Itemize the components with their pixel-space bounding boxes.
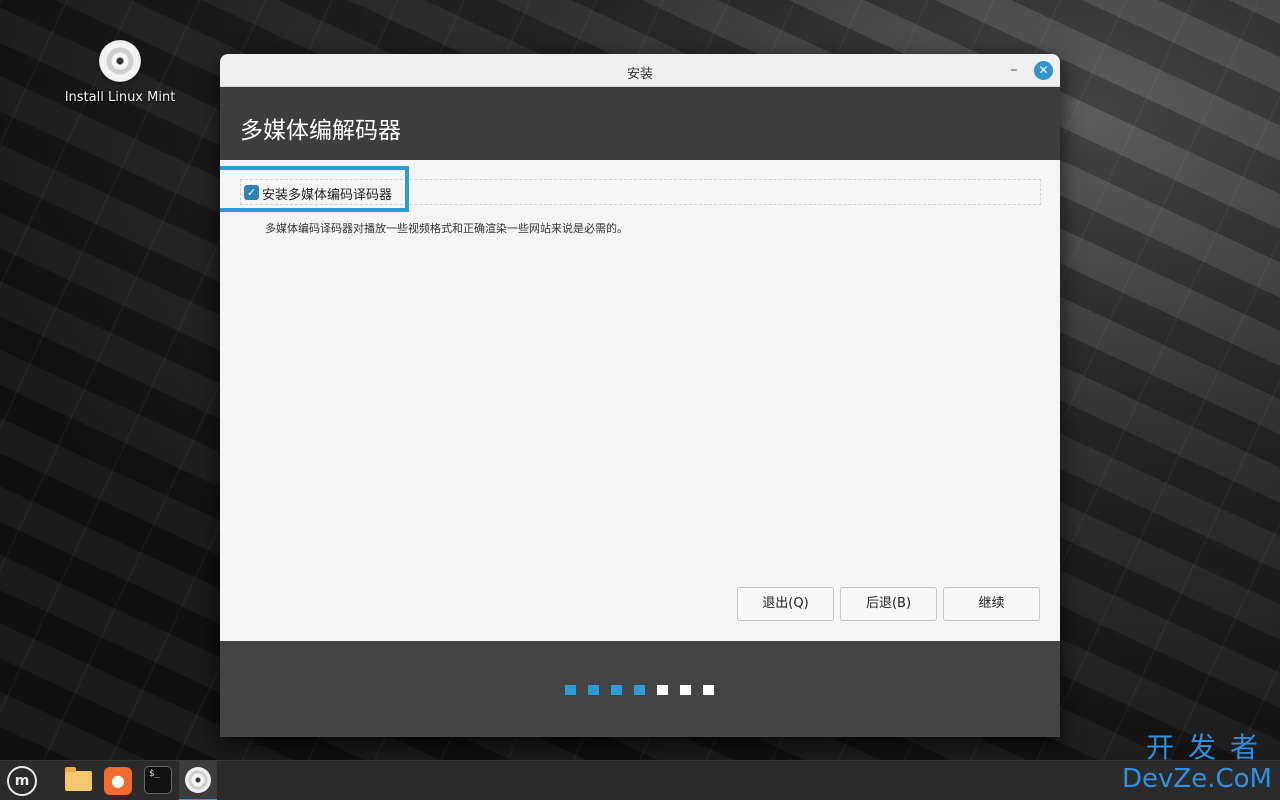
installer-taskbar-item[interactable] [179, 761, 217, 800]
folder-icon [65, 767, 92, 791]
progress-step-done [611, 685, 622, 695]
watermark: 开发者 DevZe.CoM [1122, 731, 1272, 795]
quit-button[interactable]: 退出(Q) [737, 587, 834, 621]
progress-step-done [565, 685, 576, 695]
firefox-launcher[interactable]: ● [99, 761, 137, 800]
disc-icon [99, 40, 141, 82]
back-button[interactable]: 后退(B) [840, 587, 937, 621]
minimize-button[interactable]: – [1004, 60, 1024, 80]
firefox-icon: ● [104, 767, 132, 795]
highlight-annotation [220, 166, 409, 212]
codec-description: 多媒体编码译码器对播放一些视频格式和正确渲染一些网站来说是必需的。 [265, 222, 628, 235]
installer-footer [220, 641, 1060, 737]
progress-step-pending [703, 685, 714, 695]
step-progress-indicator [565, 685, 714, 695]
taskbar: m ● $_ [0, 760, 1280, 800]
watermark-line2: DevZe.CoM [1122, 764, 1272, 794]
linux-mint-logo-icon: m [7, 766, 37, 796]
progress-step-pending [657, 685, 668, 695]
disc-icon [185, 767, 211, 793]
files-launcher[interactable] [59, 761, 97, 800]
continue-button[interactable]: 继续 [943, 587, 1040, 621]
titlebar[interactable]: 安装 – ✕ [220, 54, 1060, 87]
terminal-icon: $_ [144, 766, 172, 794]
install-linux-mint-desktop-icon[interactable]: Install Linux Mint [60, 40, 180, 105]
window-title: 安装 [626, 67, 653, 82]
progress-step-pending [680, 685, 691, 695]
progress-step-done [588, 685, 599, 695]
watermark-line1: 开发者 [1145, 731, 1272, 764]
content-area: ✓ 安装多媒体编码译码器 多媒体编码译码器对播放一些视频格式和正确渲染一些网站来… [220, 160, 1060, 641]
desktop-icon-label: Install Linux Mint [64, 90, 176, 105]
page-title: 多媒体编解码器 [240, 118, 401, 144]
menu-button[interactable]: m [2, 761, 40, 800]
page-header: 多媒体编解码器 [220, 87, 1060, 160]
installer-window: 安装 – ✕ 多媒体编解码器 ✓ 安装多媒体编码译码器 多媒体编码译码器对播放一… [220, 54, 1060, 737]
close-icon[interactable]: ✕ [1034, 61, 1053, 80]
progress-step-done [634, 685, 645, 695]
terminal-launcher[interactable]: $_ [139, 761, 177, 800]
